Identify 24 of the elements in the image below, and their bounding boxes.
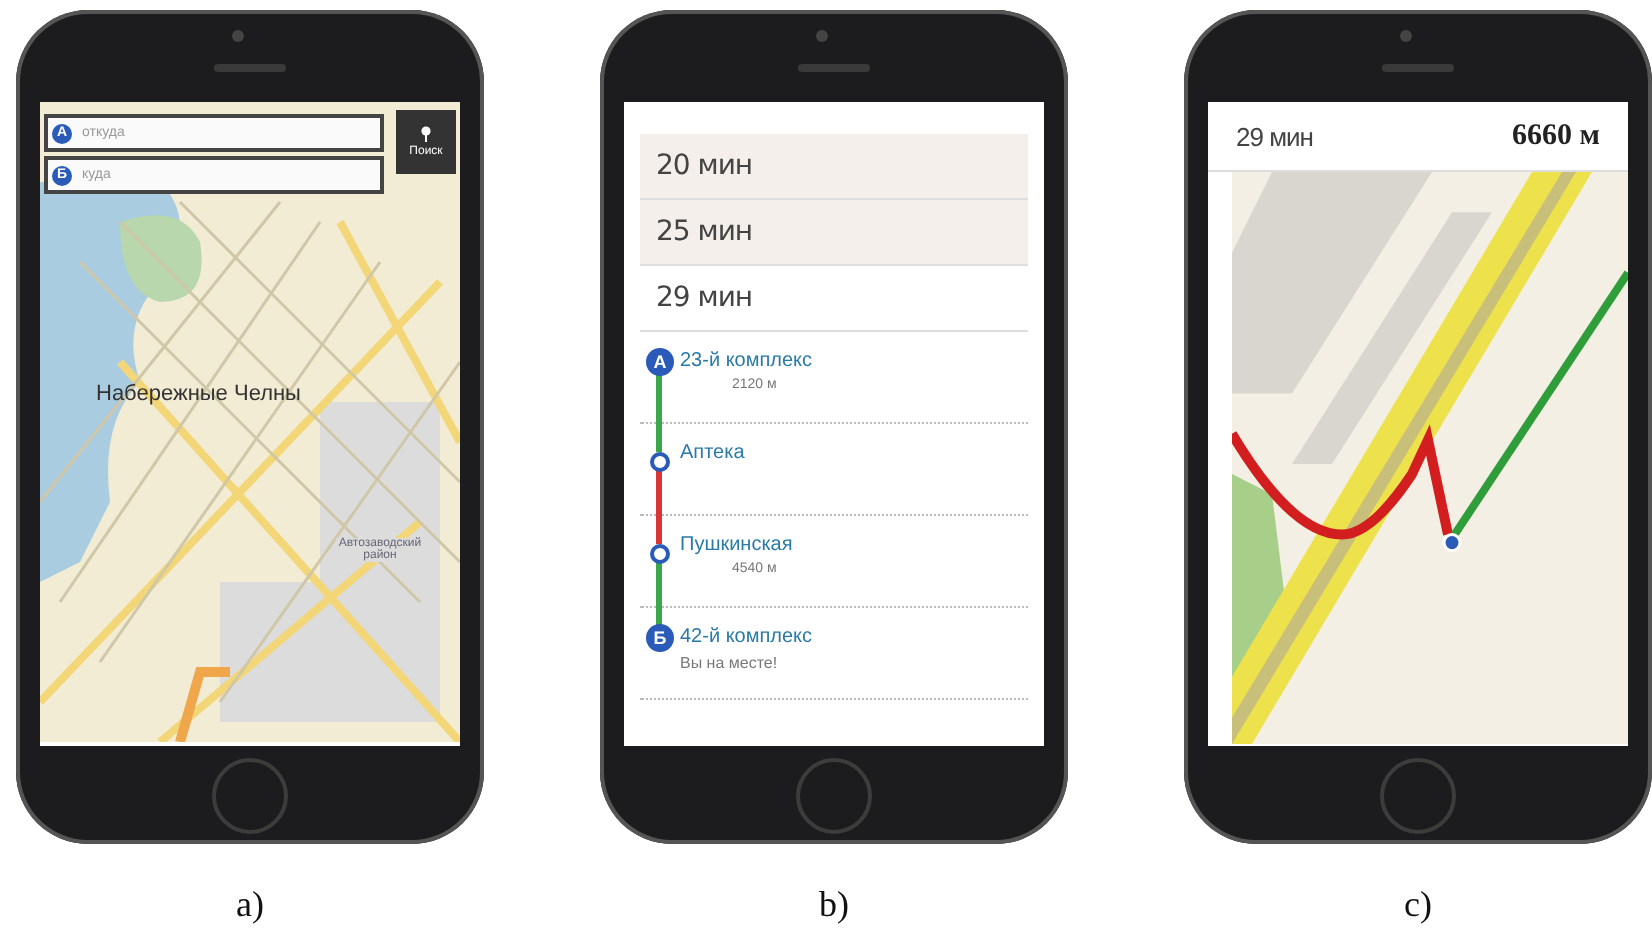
map-label: Набережные Челны xyxy=(96,382,301,406)
camera-icon xyxy=(816,30,828,42)
stop-name[interactable]: Аптека xyxy=(680,442,745,464)
route-option[interactable]: 25 мин xyxy=(640,200,1028,266)
home-button[interactable] xyxy=(212,757,288,833)
camera-icon xyxy=(232,30,244,42)
pin-icon xyxy=(420,126,432,142)
stop-marker xyxy=(650,544,670,564)
route-option[interactable]: 20 мин xyxy=(640,134,1028,200)
stop-name[interactable]: Пушкинская xyxy=(680,534,793,556)
stop-marker xyxy=(650,452,670,472)
stop-detail: Вы на месте! xyxy=(680,654,780,672)
home-button[interactable] xyxy=(796,757,872,833)
stop-name[interactable]: 23-й комплекс xyxy=(680,350,813,372)
home-button[interactable] xyxy=(1380,757,1456,833)
figure-caption: c) xyxy=(1404,884,1432,926)
figure-caption: b) xyxy=(819,884,849,926)
figure-caption: a) xyxy=(236,884,264,926)
stop-name[interactable]: 42-й комплекс xyxy=(680,626,813,648)
route-time: 29 мин xyxy=(1236,121,1313,151)
point-marker: Б xyxy=(646,624,674,652)
camera-icon xyxy=(1400,30,1412,42)
route-distance: 6660 м xyxy=(1512,119,1600,153)
point-marker: А xyxy=(646,348,674,376)
